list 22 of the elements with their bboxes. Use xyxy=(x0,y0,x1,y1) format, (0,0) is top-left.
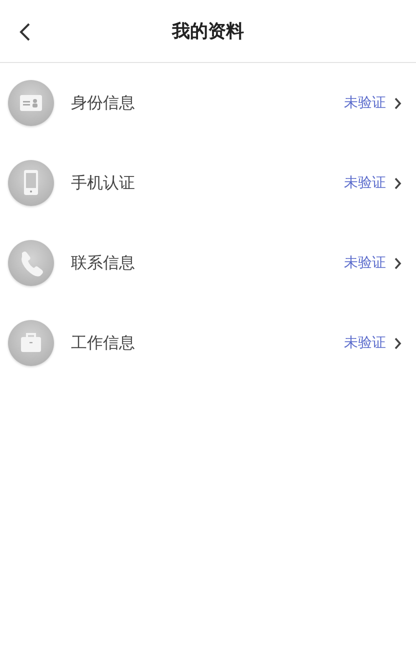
chevron-icon xyxy=(394,176,402,190)
item-label: 身份信息 xyxy=(71,92,136,114)
profile-item[interactable]: 工作信息 未验证 xyxy=(0,303,416,383)
status-text: 未验证 xyxy=(344,94,386,112)
item-label: 手机认证 xyxy=(71,172,136,194)
status-text: 未验证 xyxy=(344,254,386,272)
profile-item[interactable]: 联系信息 未验证 xyxy=(0,223,416,303)
chevron-icon xyxy=(394,256,402,270)
chevron-icon xyxy=(394,96,402,110)
chevron-icon xyxy=(394,336,402,350)
handset-icon xyxy=(8,240,54,286)
phone-icon xyxy=(8,160,54,206)
status-text: 未验证 xyxy=(344,334,386,352)
item-label: 工作信息 xyxy=(71,332,136,354)
briefcase-icon xyxy=(8,320,54,366)
profile-item[interactable]: 身份信息 未验证 xyxy=(0,63,416,143)
back-icon[interactable] xyxy=(19,22,31,42)
id-card-icon xyxy=(8,80,54,126)
item-label: 联系信息 xyxy=(71,252,136,274)
page-title: 我的资料 xyxy=(172,20,244,44)
profile-item[interactable]: 手机认证 未验证 xyxy=(0,143,416,223)
status-text: 未验证 xyxy=(344,174,386,192)
